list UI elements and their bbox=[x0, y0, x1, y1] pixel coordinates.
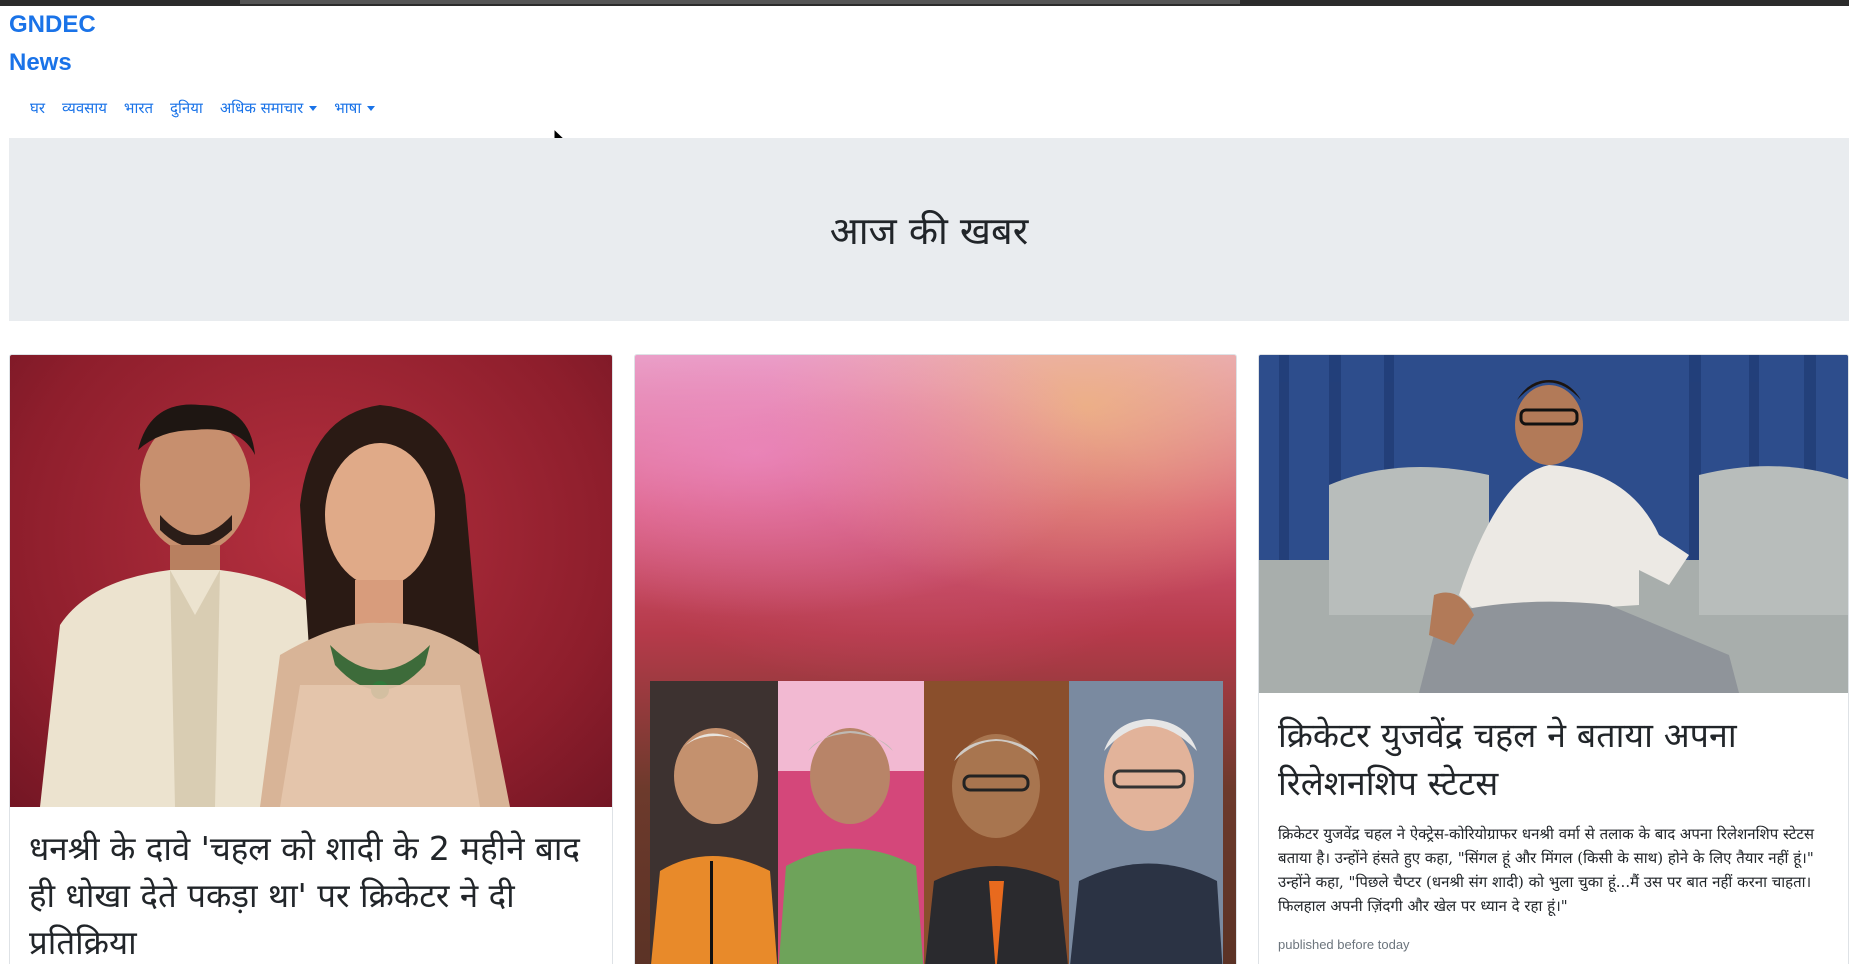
news-card-1[interactable]: धनश्री के दावे 'चहल को शादी के 2 महीने ब… bbox=[9, 354, 613, 964]
hero-title: आज की खबर bbox=[829, 208, 1029, 253]
nav-item-home[interactable]: घर bbox=[30, 98, 45, 118]
news-card-1-image[interactable] bbox=[10, 355, 612, 807]
news-card-2-image[interactable] bbox=[635, 355, 1236, 964]
news-card-3-title[interactable]: क्रिकेटर युजवेंद्र चहल ने बताया अपना रिल… bbox=[1278, 712, 1838, 808]
nav-item-india[interactable]: भारत bbox=[124, 98, 153, 118]
brand-line-2: News bbox=[9, 49, 72, 76]
nav-item-more-news[interactable]: अधिक समाचार bbox=[219, 98, 318, 118]
browser-scroll-track[interactable] bbox=[240, 0, 1240, 4]
news-card-1-title[interactable]: धनश्री के दावे 'चहल को शादी के 2 महीने ब… bbox=[29, 825, 599, 964]
nav-item-world[interactable]: दुनिया bbox=[170, 98, 203, 118]
blurred-backdrop bbox=[635, 355, 1236, 685]
portrait-panel-1 bbox=[650, 681, 778, 964]
portrait-panel-3 bbox=[924, 681, 1069, 964]
news-card-3-image[interactable] bbox=[1259, 355, 1848, 693]
brand-logo[interactable]: GNDEC News bbox=[9, 6, 96, 82]
hero-banner: आज की खबर bbox=[9, 138, 1849, 321]
chevron-down-icon bbox=[367, 105, 376, 111]
published-timestamp: published before today bbox=[1278, 937, 1410, 952]
nav-item-language[interactable]: भाषा bbox=[334, 98, 376, 118]
portrait-panel-4 bbox=[1069, 681, 1223, 964]
news-card-3-summary: क्रिकेटर युजवेंद्र चहल ने ऐक्ट्रेस-कोरिय… bbox=[1278, 825, 1815, 915]
portrait-panel-2 bbox=[778, 681, 924, 964]
main-nav: घर व्यवसाय भारत दुनिया अधिक समाचार भाषा bbox=[30, 96, 392, 120]
brand-line-1: GNDEC bbox=[9, 11, 96, 38]
nav-item-language-label: भाषा bbox=[334, 99, 362, 117]
chevron-down-icon bbox=[309, 105, 318, 111]
browser-top-strip bbox=[0, 0, 1849, 6]
news-card-2[interactable] bbox=[634, 354, 1237, 964]
nav-item-business[interactable]: व्यवसाय bbox=[62, 98, 107, 118]
news-card-3[interactable]: क्रिकेटर युजवेंद्र चहल ने बताया अपना रिल… bbox=[1258, 354, 1849, 964]
nav-item-more-news-label: अधिक समाचार bbox=[219, 99, 304, 117]
